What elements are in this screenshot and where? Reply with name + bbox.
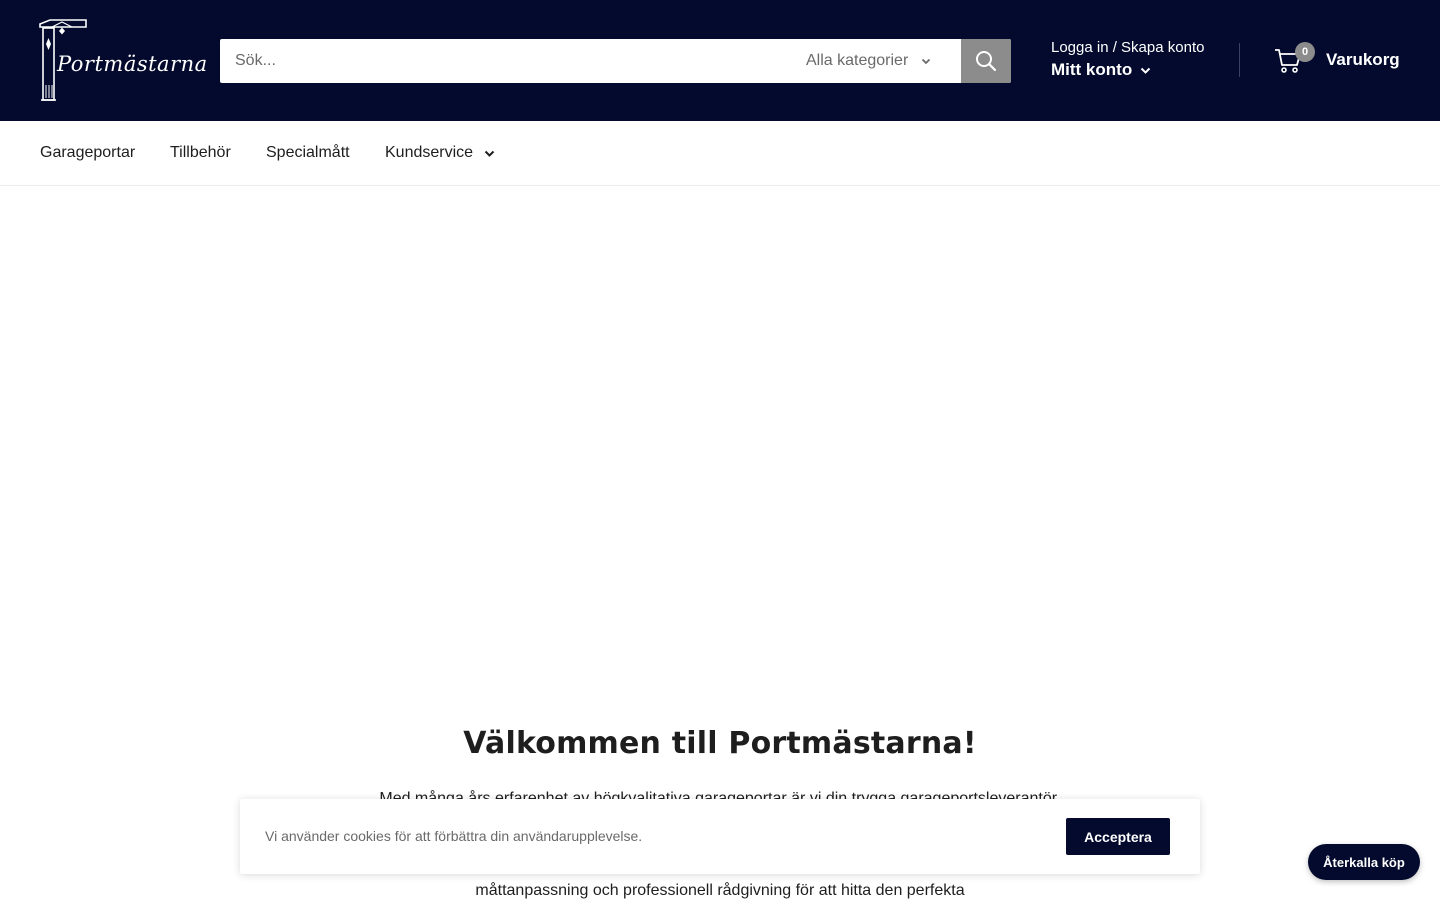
my-account-dropdown[interactable]: Mitt konto [1051,60,1204,80]
cart-count-badge: 0 [1295,42,1315,62]
login-link[interactable]: Logga in / Skapa konto [1051,38,1204,58]
category-select-label: Alla kategorier [806,52,909,69]
logo[interactable]: Portmästarna [38,18,207,104]
chevron-down-icon [484,150,495,157]
accept-cookies-button[interactable]: Acceptera [1066,818,1170,855]
cart-button[interactable]: 0 Varukorg [1274,42,1400,76]
search-icon [976,51,997,72]
cart-label: Varukorg [1326,50,1400,69]
site-header: Portmästarna Alla kategorier Logga in / … [0,0,1440,121]
nav-item-tillbehor[interactable]: Tillbehör [170,144,231,162]
nav-item-kundservice-label: Kundservice [385,144,474,161]
main-navigation: Garageportar Tillbehör Specialmått Kunds… [0,121,1440,186]
search-bar: Alla kategorier [220,39,1011,83]
recall-purchase-button[interactable]: Återkalla köp [1308,844,1420,880]
nav-item-specialmatt[interactable]: Specialmått [266,144,350,162]
search-button[interactable] [961,39,1011,83]
search-input[interactable] [220,39,780,83]
my-account-label: Mitt konto [1051,60,1133,79]
cart-icon-wrapper: 0 [1274,42,1315,74]
account-area: Logga in / Skapa konto Mitt konto [1051,38,1204,80]
header-divider [1239,43,1240,77]
category-select[interactable]: Alla kategorier [806,39,932,83]
chevron-down-icon [1140,67,1151,74]
chevron-down-icon [922,58,931,65]
nav-item-garageportar[interactable]: Garageportar [40,144,135,162]
cookie-banner: Vi använder cookies för att förbättra di… [240,799,1200,874]
welcome-title: Välkommen till Portmästarna! [463,726,977,761]
cookie-banner-text: Vi använder cookies för att förbättra di… [265,828,643,844]
intro-text-continued: måttanpassning och professionell rådgivn… [475,882,965,899]
logo-text: Portmästarna [57,52,208,76]
nav-item-kundservice[interactable]: Kundservice [385,144,496,162]
